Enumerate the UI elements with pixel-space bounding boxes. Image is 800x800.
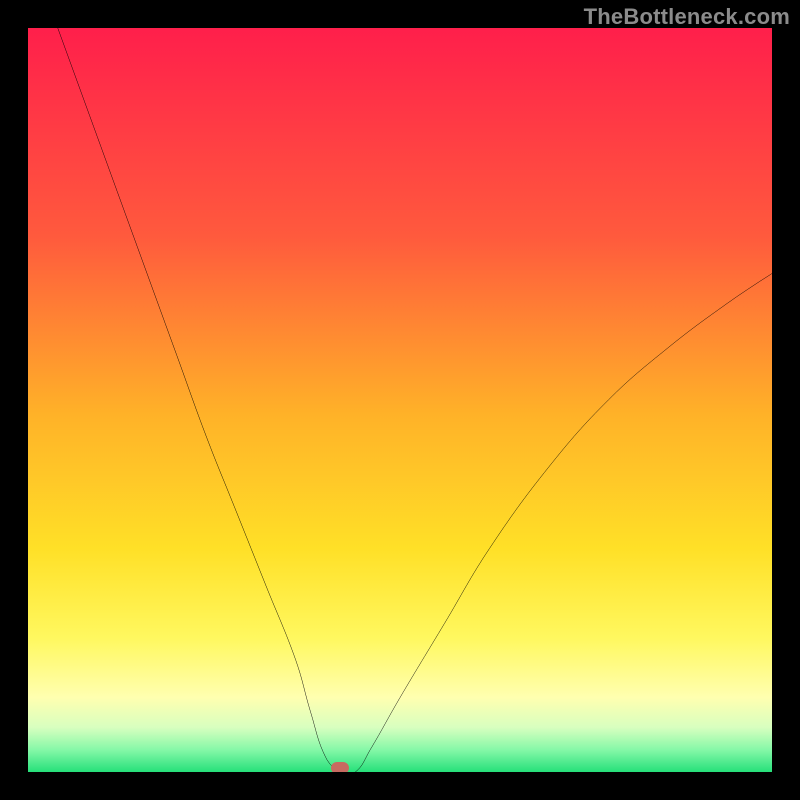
curve-path <box>58 28 772 772</box>
bottleneck-curve <box>28 28 772 772</box>
optimum-marker-icon <box>331 762 349 772</box>
plot-area <box>28 28 772 772</box>
watermark-label: TheBottleneck.com <box>584 4 790 30</box>
chart-frame: TheBottleneck.com <box>0 0 800 800</box>
